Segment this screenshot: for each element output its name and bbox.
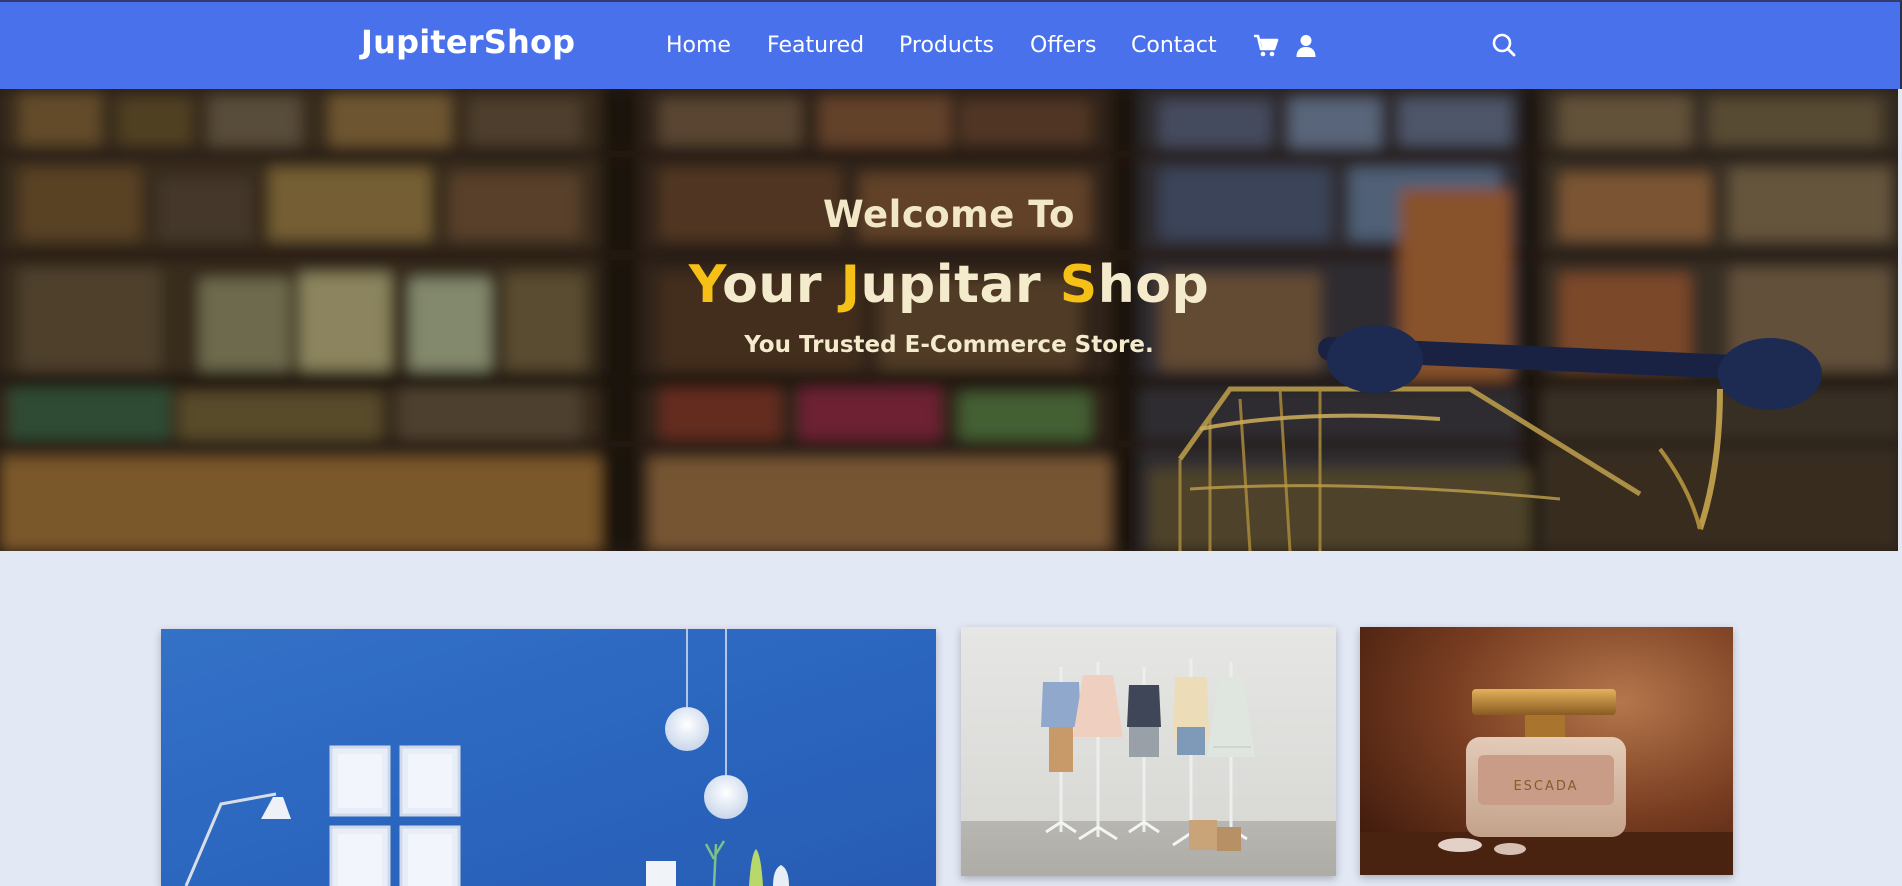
nav-link-products[interactable]: Products (899, 33, 994, 58)
navbar: JupiterShop Home Featured Products Offer… (0, 0, 1902, 89)
user-icon[interactable] (1293, 33, 1319, 59)
nav-link-contact[interactable]: Contact (1131, 33, 1217, 58)
clothing-mannequins-image (961, 627, 1336, 876)
hero-tagline: You Trusted E-Commerce Store. (744, 332, 1154, 358)
nav-link-home[interactable]: Home (666, 33, 731, 58)
hero-welcome: Welcome To (823, 193, 1075, 236)
feature-card-perfume[interactable]: ESCADA (1360, 627, 1733, 875)
nav-link-featured[interactable]: Featured (767, 33, 864, 58)
perfume-bottle-image: ESCADA (1360, 627, 1733, 875)
feature-card-home-decor[interactable] (161, 629, 936, 886)
brand-logo[interactable]: JupiterShop (361, 23, 575, 61)
cart-icon[interactable] (1253, 33, 1279, 59)
home-decor-image (161, 629, 936, 886)
perfume-brand-label: ESCADA (1513, 779, 1578, 794)
headline-rest-1: our (722, 255, 823, 315)
headline-rest-3: hop (1097, 255, 1210, 315)
headline-initial-1: Y (688, 255, 723, 315)
headline-rest-2: upitar (860, 255, 1042, 315)
headline-initial-2: J (840, 255, 861, 315)
search-icon[interactable] (1491, 32, 1517, 58)
hero-banner: Welcome To Your Jupitar Shop You Trusted… (0, 89, 1898, 551)
nav-link-offers[interactable]: Offers (1030, 33, 1097, 58)
hero-background-image (0, 89, 1898, 551)
headline-initial-3: S (1059, 255, 1098, 315)
feature-card-clothing[interactable] (961, 627, 1336, 876)
hero-headline: Your Jupitar Shop (0, 255, 1898, 315)
